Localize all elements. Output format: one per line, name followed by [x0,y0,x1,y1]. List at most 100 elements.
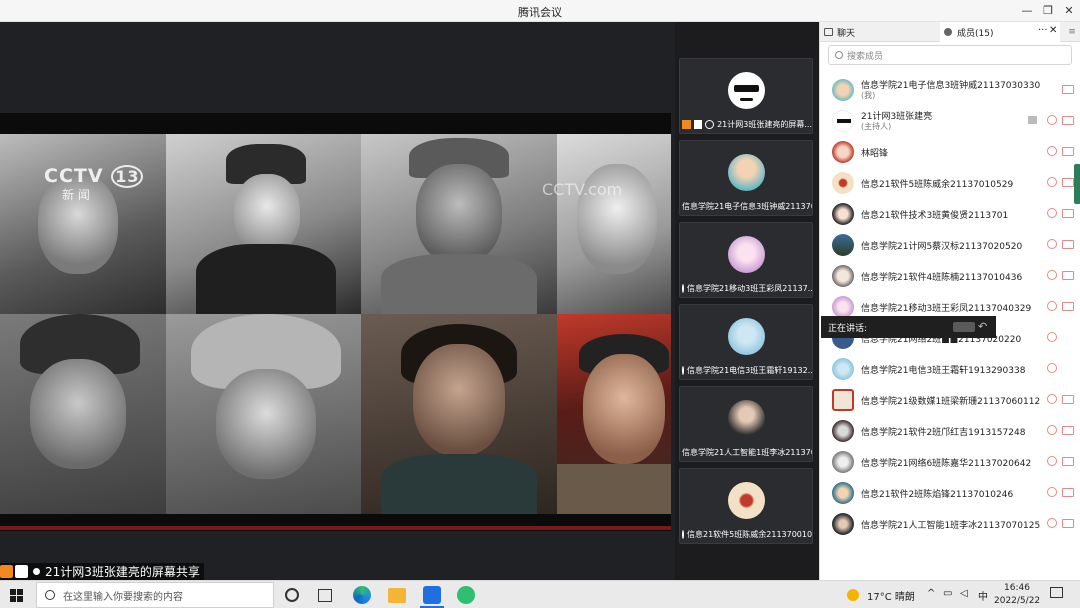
menu-icon[interactable]: ≡ [1063,22,1080,42]
member-row[interactable]: 信息学院21计网5蔡汉标21137020520 [820,229,1080,260]
mic-muted-icon[interactable] [1047,239,1057,249]
restore-button[interactable]: ❐ [1038,2,1058,20]
volume-icon[interactable]: ◁ [960,588,968,599]
close-button[interactable]: ✕ [1059,2,1079,20]
tab-members[interactable]: 成员(15) ··· ✕ [940,22,1060,42]
red-stripe [0,526,671,530]
camera-off-icon[interactable] [1062,116,1074,125]
portrait-image [361,134,557,314]
camera-off-icon[interactable] [1062,519,1074,528]
member-row[interactable]: 信息学院21级数媒1班梁新珊21137060112 [820,384,1080,415]
members-panel: 聊天 成员(15) ··· ✕ ≡ 搜索成员 信息学院21电子信息3班钟威211… [819,22,1080,580]
edge-icon[interactable] [353,586,371,604]
avatar [832,358,854,380]
avatar [728,72,765,109]
participant-name: 信息学院21电信3班王霜轩19132... [687,366,812,375]
tab-chat[interactable]: 聊天 [820,22,940,42]
member-row[interactable]: 信息学院21电信3班王霜轩1913290338 [820,353,1080,384]
mic-muted-icon[interactable] [1047,425,1057,435]
camera-off-icon[interactable] [1062,457,1074,466]
mic-muted-icon[interactable] [1047,270,1057,280]
mic-muted-icon[interactable] [1047,146,1057,156]
mic-muted-icon[interactable] [1047,487,1057,497]
wechat-icon[interactable] [457,586,475,604]
participant-tile[interactable]: 信息学院21移动3班王彩凤21137... [679,222,813,298]
clock-time[interactable]: 16:46 [1004,583,1030,593]
participant-name: 信息学院21移动3班王彩凤21137... [687,284,812,293]
mic-muted-icon[interactable] [1047,363,1057,373]
side-handle[interactable] [1074,164,1080,204]
participant-tile[interactable]: 信息21软件5班陈威余211370010... [679,468,813,544]
member-row[interactable]: 信息学院21电子信息3班钟威21137030330 (我) [820,74,1080,105]
camera-off-icon[interactable] [1062,85,1074,94]
mic-muted-icon[interactable] [1047,115,1057,125]
avatar [728,236,765,273]
network-icon[interactable]: ▭ [943,588,952,599]
tray-overflow-icon[interactable]: ^ [927,588,935,599]
close-panel-icon[interactable]: ✕ [1049,25,1057,36]
task-view-icon[interactable] [318,589,332,602]
avatar [832,110,854,132]
tab-members-label: 成员(15) [957,28,994,39]
screen-share-owner: 21计网3班张建亮的屏幕共享 [45,565,200,579]
mic-muted-icon[interactable] [1047,456,1057,466]
member-search-input[interactable]: 搜索成员 [828,45,1072,65]
camera-off-icon[interactable] [1062,209,1074,218]
chat-icon [824,28,833,36]
member-row[interactable]: 信息学院21软件4班陈楠21137010436 [820,260,1080,291]
avatar [832,420,854,442]
cctv-channel-number: 13 [111,165,144,188]
speaking-label: 正在讲话: [828,323,868,334]
weather-sun-icon [847,589,859,601]
screen-share-area: CCTV 13 新 闻 CCTV.com 21计网3班张建亮的屏幕共享 [0,22,675,580]
camera-off-icon[interactable] [1062,178,1074,187]
participant-name: 信息学院21人工智能1班李冰211370... [682,448,812,457]
member-row[interactable]: 信息学院21软件2班邝红吉1913157248 [820,415,1080,446]
mic-muted-icon[interactable] [1047,394,1057,404]
file-explorer-icon[interactable] [388,588,406,603]
input-method-indicator[interactable]: 中 [978,588,988,603]
member-row[interactable]: 林昭锋 [820,136,1080,167]
camera-off-icon[interactable] [1062,240,1074,249]
window-title: 腾讯会议 [518,6,562,19]
participant-tile[interactable]: 21计网3班张建亮的屏幕... [679,58,813,134]
camera-off-icon[interactable] [1062,426,1074,435]
participant-tile[interactable]: 信息学院21人工智能1班李冰211370... [679,386,813,462]
return-icon[interactable]: ↶ [978,320,987,333]
weather-text[interactable]: 17°C 晴朗 [867,588,915,603]
taskbar-search-input[interactable]: 在这里输入你要搜索的内容 [36,582,274,608]
member-row[interactable]: 信息学院21人工智能1班李冰21137070125 [820,508,1080,539]
speaking-indicator: 正在讲话: ↶ [821,316,996,338]
cortana-icon[interactable] [285,588,299,602]
participant-tile[interactable]: 信息学院21电子信息3班钟威211370... [679,140,813,216]
mic-muted-icon[interactable] [1047,177,1057,187]
mic-muted-icon[interactable] [1047,208,1057,218]
more-icon[interactable]: ··· [1038,25,1048,36]
mic-muted-icon[interactable] [1047,332,1057,342]
tencent-meeting-icon[interactable] [423,586,441,604]
avatar [832,234,854,256]
member-name: 信息学院21级数媒1班梁新珊21137060112 [861,397,1041,407]
minimize-button[interactable]: — [1017,2,1037,20]
notification-icon[interactable] [1050,587,1063,598]
mic-muted-icon[interactable] [1047,518,1057,528]
member-name: 信息学院21计网5蔡汉标21137020520 [861,242,1023,252]
participant-name: 信息学院21电子信息3班钟威211370... [682,202,812,211]
windows-start-icon[interactable] [10,589,23,602]
clock-date[interactable]: 2022/5/22 [994,596,1040,606]
camera-off-icon[interactable] [1062,271,1074,280]
member-row[interactable]: 信息21软件技术3班黄俊贤2113701 [820,198,1080,229]
member-row[interactable]: 信息21软件5班陈威余21137010529 [820,167,1080,198]
camera-off-icon[interactable] [1062,395,1074,404]
member-name: 信息21软件5班陈威余21137010529 [861,180,1014,190]
cctv-watermark: CCTV.com [542,180,623,199]
camera-off-icon[interactable] [1062,488,1074,497]
member-row[interactable]: 21计网3班张建亮 (主持人) [820,105,1080,136]
search-placeholder: 搜索成员 [847,51,884,62]
member-row[interactable]: 信息学院21网络6班陈嘉华21137020642 [820,446,1080,477]
member-row[interactable]: 信息21软件2班陈焰锋21137010246 [820,477,1080,508]
camera-off-icon[interactable] [1062,302,1074,311]
mic-muted-icon[interactable] [1047,301,1057,311]
participant-tile[interactable]: 信息学院21电信3班王霜轩19132... [679,304,813,380]
camera-off-icon[interactable] [1062,147,1074,156]
